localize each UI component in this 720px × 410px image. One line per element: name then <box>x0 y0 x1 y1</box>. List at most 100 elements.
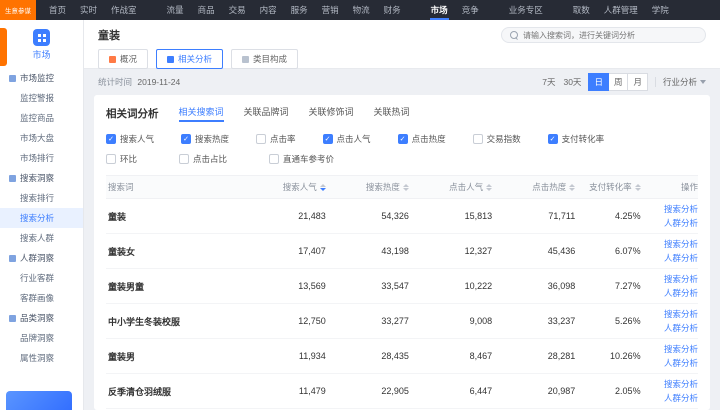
checkbox-icon[interactable] <box>256 134 266 144</box>
metric-checkbox[interactable]: 搜索人气 <box>106 133 154 145</box>
audience-analysis-link[interactable]: 人群分析 <box>664 252 698 264</box>
panel-title: 相关词分析 <box>106 106 159 121</box>
metric-sub-option[interactable]: 直通车参考价 <box>269 153 334 165</box>
sidebar-item[interactable]: 监控警报 <box>0 88 83 108</box>
sidebar-item[interactable]: 市场排行 <box>0 148 83 168</box>
sidebar-item[interactable]: 搜索人群 <box>0 228 83 248</box>
top-nav-item[interactable]: 物流 <box>346 0 377 20</box>
checkbox-icon[interactable] <box>179 154 189 164</box>
metric-checkbox[interactable]: 搜索热度 <box>181 133 229 145</box>
search-analysis-link[interactable]: 搜索分析 <box>664 238 698 250</box>
range-buttons: 7天 30天 <box>542 76 581 88</box>
metric-sub-option[interactable]: 点击占比 <box>179 153 227 165</box>
top-nav-item[interactable]: 取数 <box>566 0 597 20</box>
metric-checkbox[interactable]: 点击率 <box>256 133 296 145</box>
checkbox-icon[interactable] <box>106 154 116 164</box>
keyword-view-tab[interactable]: 相关分析 <box>156 49 223 69</box>
keyword-search-box[interactable] <box>501 27 706 43</box>
granularity-button[interactable]: 周 <box>609 73 629 91</box>
metric-sub-option[interactable]: 环比 <box>106 153 137 165</box>
keyword-cell: 反季清仓羽绒服 <box>106 385 243 398</box>
granularity-button[interactable]: 日 <box>588 73 609 91</box>
value-cell: 2.05% <box>575 386 640 396</box>
top-nav-item[interactable]: 竞争 <box>455 0 486 20</box>
value-cell: 36,098 <box>492 281 575 291</box>
top-nav-item[interactable]: 营销 <box>315 0 346 20</box>
search-analysis-link[interactable]: 搜索分析 <box>664 308 698 320</box>
column-header[interactable]: 点击人气 <box>409 181 492 193</box>
sidebar-item[interactable]: 搜索排行 <box>0 188 83 208</box>
value-cell: 33,237 <box>492 316 575 326</box>
checkbox-icon[interactable] <box>398 134 408 144</box>
more-analysis-dropdown[interactable]: 行业分析 <box>663 76 706 88</box>
related-words-tab[interactable]: 关联热词 <box>374 105 410 121</box>
checkbox-icon[interactable] <box>181 134 191 144</box>
audience-analysis-link[interactable]: 人群分析 <box>664 357 698 369</box>
keyword-view-tab[interactable]: 概况 <box>98 49 148 69</box>
value-cell: 8,467 <box>409 351 492 361</box>
sidebar-item[interactable]: 客群画像 <box>0 288 83 308</box>
sidebar-group[interactable]: 品类洞察 <box>0 308 83 328</box>
checkbox-icon[interactable] <box>323 134 333 144</box>
audience-analysis-link[interactable]: 人群分析 <box>664 322 698 334</box>
row-actions: 搜索分析人群分析 <box>641 238 698 264</box>
related-words-tab[interactable]: 相关搜索词 <box>179 105 224 121</box>
range-button[interactable]: 7天 <box>542 76 555 88</box>
column-header[interactable]: 搜索人气 <box>243 181 326 193</box>
top-nav-item[interactable]: 人群管理 <box>597 0 645 20</box>
top-nav-item[interactable]: 学院 <box>645 0 676 20</box>
search-input[interactable] <box>523 31 697 40</box>
related-words-tab[interactable]: 关联品牌词 <box>244 105 289 121</box>
top-nav-item[interactable]: 财务 <box>377 0 408 20</box>
sidebar-item[interactable]: 属性洞察 <box>0 348 83 368</box>
top-nav-item[interactable]: 实时 <box>73 0 104 20</box>
top-nav-item[interactable]: 首页 <box>42 0 73 20</box>
metric-checkbox[interactable]: 点击热度 <box>398 133 446 145</box>
top-nav-item[interactable]: 市场 <box>424 0 455 20</box>
sidebar-group[interactable]: 搜索洞察 <box>0 168 83 188</box>
sidebar-item[interactable]: 市场大盘 <box>0 128 83 148</box>
metric-checkbox[interactable]: 支付转化率 <box>548 133 605 145</box>
top-nav-item[interactable]: 服务 <box>284 0 315 20</box>
value-cell: 22,905 <box>326 386 409 396</box>
search-analysis-link[interactable]: 搜索分析 <box>664 343 698 355</box>
stat-time-value[interactable]: 2019-11-24 <box>137 77 180 87</box>
metric-checkbox[interactable]: 交易指数 <box>473 133 521 145</box>
keyword-view-tab[interactable]: 类目构成 <box>231 49 298 69</box>
tab-icon <box>109 56 116 63</box>
search-analysis-link[interactable]: 搜索分析 <box>664 203 698 215</box>
metric-checkbox[interactable]: 点击人气 <box>323 133 371 145</box>
sidebar-promo-banner[interactable] <box>6 391 72 410</box>
sidebar-item[interactable]: 行业客群 <box>0 268 83 288</box>
search-analysis-link[interactable]: 搜索分析 <box>664 273 698 285</box>
sidebar-item[interactable]: 品牌洞察 <box>0 328 83 348</box>
granularity-button[interactable]: 月 <box>628 73 648 91</box>
tab-icon <box>167 56 174 63</box>
related-words-tab[interactable]: 关联修饰词 <box>309 105 354 121</box>
sidebar-group[interactable]: 市场监控 <box>0 68 83 88</box>
app-logo[interactable]: 生意参谋 <box>0 0 36 20</box>
sidebar-group[interactable]: 人群洞察 <box>0 248 83 268</box>
audience-analysis-link[interactable]: 人群分析 <box>664 392 698 404</box>
value-cell: 15,813 <box>409 211 492 221</box>
checkbox-icon[interactable] <box>269 154 279 164</box>
checkbox-icon[interactable] <box>106 134 116 144</box>
sidebar-item[interactable]: 搜索分析 <box>0 208 83 228</box>
column-header[interactable]: 点击热度 <box>492 181 575 193</box>
keyword-cell: 童装女 <box>106 245 243 258</box>
top-nav-item[interactable]: 商品 <box>191 0 222 20</box>
search-analysis-link[interactable]: 搜索分析 <box>664 378 698 390</box>
top-nav-item[interactable]: 交易 <box>222 0 253 20</box>
range-button[interactable]: 30天 <box>563 76 581 88</box>
top-nav-item[interactable]: 流量 <box>160 0 191 20</box>
audience-analysis-link[interactable]: 人群分析 <box>664 217 698 229</box>
column-header[interactable]: 支付转化率 <box>575 181 640 193</box>
checkbox-icon[interactable] <box>548 134 558 144</box>
audience-analysis-link[interactable]: 人群分析 <box>664 287 698 299</box>
column-header[interactable]: 搜索热度 <box>326 181 409 193</box>
sidebar-item[interactable]: 监控商品 <box>0 108 83 128</box>
top-nav-item[interactable]: 内容 <box>253 0 284 20</box>
checkbox-icon[interactable] <box>473 134 483 144</box>
top-nav-item[interactable]: 作战室 <box>104 0 144 20</box>
top-nav-item[interactable]: 业务专区 <box>502 0 550 20</box>
